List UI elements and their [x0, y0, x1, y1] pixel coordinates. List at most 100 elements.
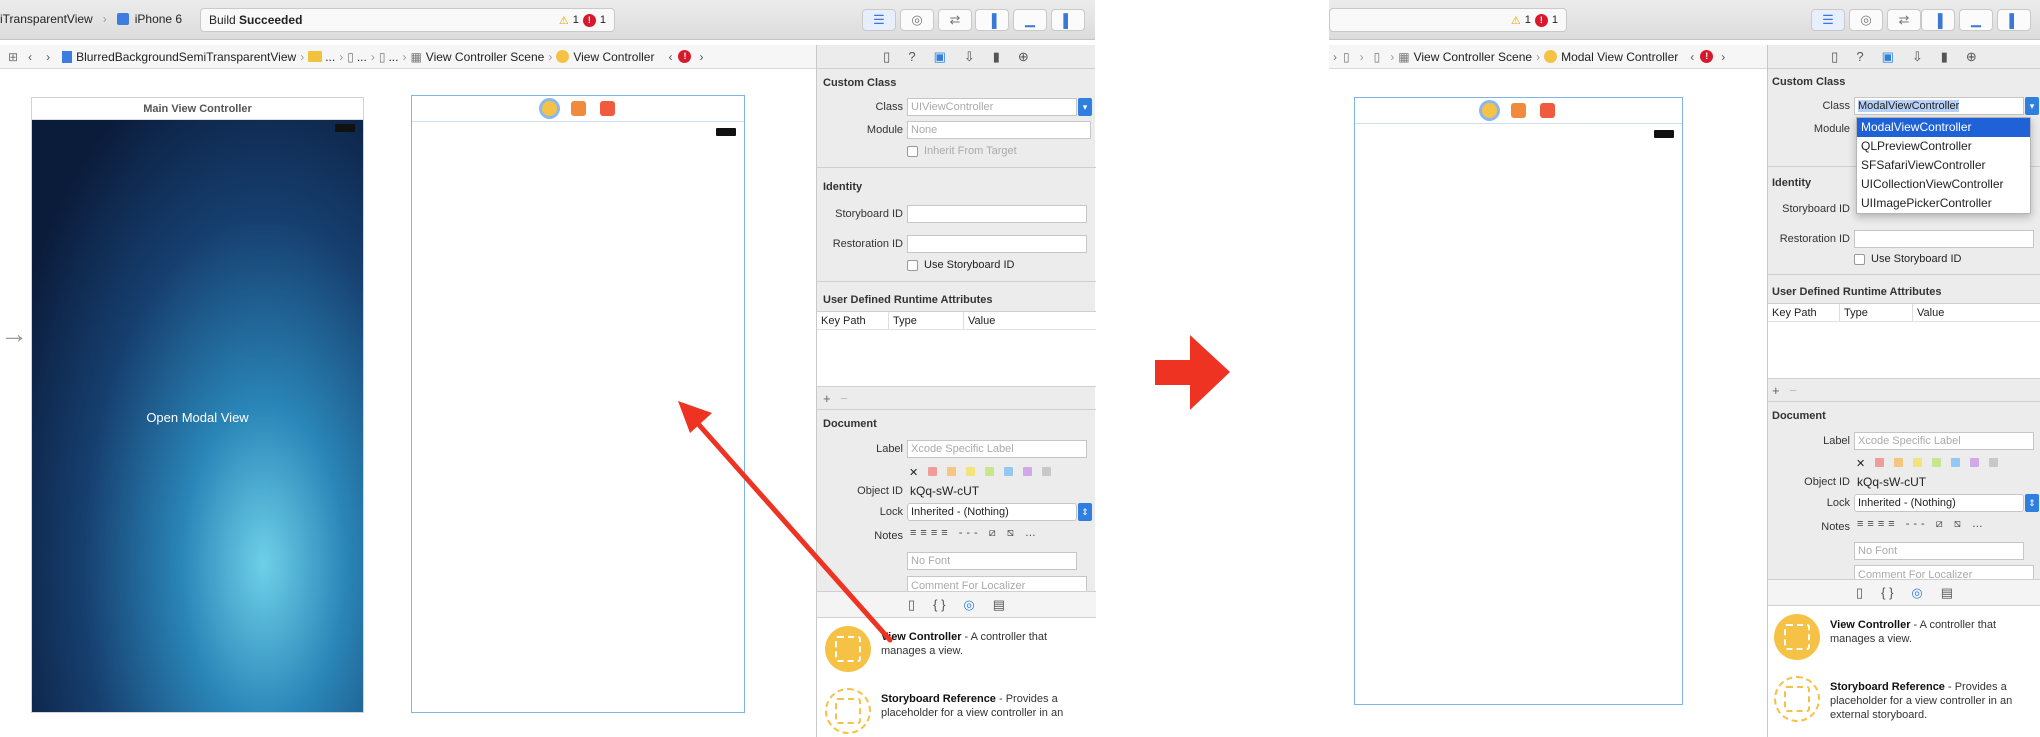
debug-area-toggle-button[interactable]: ▁ — [1013, 9, 1047, 31]
jump-bar-item-file[interactable]: ... — [357, 50, 367, 64]
device-name[interactable]: iPhone 6 — [135, 12, 182, 26]
dropdown-option[interactable]: SFSafariViewController — [1857, 156, 2030, 175]
runtime-attributes-table[interactable]: Key Path Type Value — [817, 311, 1096, 387]
dropdown-option[interactable]: UIImagePickerController — [1857, 194, 2030, 213]
jump-bar-item-overflow[interactable]: › — [1333, 50, 1337, 64]
error-icon[interactable]: ! — [1534, 13, 1548, 27]
font-field[interactable]: No Font — [907, 552, 1077, 570]
jump-bar-item-file-2[interactable]: ... — [388, 50, 398, 64]
back-icon[interactable]: ‹ — [28, 50, 32, 64]
jump-bar-item-folder[interactable]: ... — [325, 50, 335, 64]
grid-icon[interactable]: ⊞ — [8, 50, 18, 64]
code-snippet-icon[interactable]: { } — [933, 597, 945, 612]
quick-help-icon[interactable]: ? — [1856, 49, 1863, 64]
column-header[interactable]: Value — [1913, 304, 1944, 321]
attributes-inspector-icon[interactable]: ⇩ — [1912, 49, 1923, 65]
right-canvas[interactable] — [1329, 70, 1767, 737]
view-controller-library-icon[interactable] — [1774, 614, 1820, 660]
column-header[interactable]: Value — [964, 312, 995, 329]
file-inspector-icon[interactable]: ▯ — [883, 49, 890, 65]
version-editor-button[interactable]: ⇄ — [1887, 9, 1921, 31]
quick-help-icon[interactable]: ? — [908, 49, 915, 64]
utilities-toggle-button[interactable]: ▌ — [1051, 9, 1085, 31]
object-library-icon[interactable]: ◎ — [963, 597, 974, 613]
library-item-storyboard-reference[interactable]: Storyboard Reference - Provides a placeh… — [1830, 680, 2030, 722]
attributes-inspector-icon[interactable]: ⇩ — [964, 49, 975, 65]
jump-bar-item-scene[interactable]: View Controller Scene — [426, 50, 545, 64]
size-inspector-icon[interactable]: ▮ — [1941, 49, 1948, 65]
next-issue-icon[interactable]: › — [699, 50, 703, 64]
use-storyboard-id-checkbox[interactable] — [907, 259, 918, 271]
view-controller-icon[interactable] — [541, 101, 557, 116]
clear-color-icon[interactable]: ✕ — [909, 466, 918, 479]
column-header[interactable]: Type — [1840, 304, 1913, 321]
assistant-editor-button[interactable]: ◎ — [900, 9, 934, 31]
error-icon[interactable]: ! — [678, 50, 692, 63]
next-issue-icon[interactable]: › — [1721, 50, 1725, 64]
notes-format-bar[interactable]: ≡≡≡≡ --- ⧄ ⧅ … — [1857, 518, 1987, 531]
object-library-icon[interactable]: ◎ — [1911, 585, 1922, 601]
forward-icon[interactable]: › — [46, 50, 50, 64]
open-modal-button[interactable]: Open Modal View — [32, 410, 363, 425]
dropdown-option[interactable]: QLPreviewController — [1857, 137, 2030, 156]
storyboard-reference-library-icon[interactable] — [1774, 676, 1820, 722]
media-library-icon[interactable]: ▤ — [1941, 585, 1953, 601]
error-icon[interactable]: ! — [582, 13, 596, 27]
navigator-toggle-button[interactable]: ▐ — [1921, 9, 1955, 31]
size-inspector-icon[interactable]: ▮ — [993, 49, 1000, 65]
lock-popup[interactable]: Inherited - (Nothing) — [907, 503, 1077, 521]
utilities-toggle-button[interactable]: ▌ — [1997, 9, 2031, 31]
dropdown-option[interactable]: ModalViewController — [1857, 118, 2030, 137]
exit-icon[interactable] — [1540, 103, 1555, 118]
code-snippet-icon[interactable]: { } — [1881, 585, 1893, 600]
modal-view-controller-scene[interactable] — [1354, 97, 1683, 705]
file-template-icon[interactable]: ▯ — [1856, 585, 1863, 601]
scheme-name[interactable]: iTransparentView — [0, 12, 93, 26]
lock-popup-arrow-icon[interactable]: ⇕ — [1078, 503, 1092, 521]
restoration-id-field[interactable] — [907, 235, 1087, 253]
version-editor-button[interactable]: ⇄ — [938, 9, 972, 31]
error-icon[interactable]: ! — [1700, 50, 1714, 63]
previous-issue-icon[interactable]: ‹ — [668, 50, 672, 64]
standard-editor-button[interactable]: ☰ — [1811, 9, 1845, 31]
media-library-icon[interactable]: ▤ — [993, 597, 1005, 613]
lock-popup[interactable]: Inherited - (Nothing) — [1854, 494, 2024, 512]
column-header[interactable]: Key Path — [1768, 304, 1840, 321]
font-field[interactable]: No Font — [1854, 542, 2024, 560]
add-attribute-icon[interactable]: + — [1772, 383, 1780, 398]
class-dropdown-menu[interactable]: ModalViewController QLPreviewController … — [1856, 117, 2031, 214]
restoration-id-field[interactable] — [1854, 230, 2034, 248]
remove-attribute-icon[interactable]: − — [1789, 383, 1797, 398]
class-dropdown-button[interactable]: ▾ — [2025, 97, 2039, 115]
identity-inspector-icon[interactable]: ▣ — [934, 49, 946, 65]
main-view-controller-scene[interactable]: Main View Controller Open Modal View — [31, 97, 364, 713]
dropdown-option[interactable]: UICollectionViewController — [1857, 175, 2030, 194]
view-controller-icon[interactable] — [1482, 103, 1497, 118]
storyboard-reference-library-icon[interactable] — [825, 688, 871, 734]
clear-color-icon[interactable]: ✕ — [1856, 457, 1865, 470]
runtime-attributes-table[interactable]: Key Path Type Value — [1768, 303, 2040, 379]
label-color-swatches[interactable]: ✕ — [909, 465, 1061, 479]
class-field[interactable]: UIViewController — [907, 98, 1077, 116]
warning-icon[interactable]: ⚠ — [1511, 14, 1521, 27]
module-field[interactable]: None — [907, 121, 1091, 139]
debug-area-toggle-button[interactable]: ▁ — [1959, 9, 1993, 31]
use-storyboard-id-checkbox[interactable] — [1854, 253, 1865, 265]
class-field[interactable]: ModalViewController — [1854, 97, 2024, 115]
first-responder-icon[interactable] — [1511, 103, 1526, 118]
label-color-swatches[interactable]: ✕ — [1856, 456, 2008, 470]
previous-issue-icon[interactable]: ‹ — [1690, 50, 1694, 64]
file-inspector-icon[interactable]: ▯ — [1831, 49, 1838, 65]
doc-label-field[interactable]: Xcode Specific Label — [907, 440, 1087, 458]
library-item-view-controller[interactable]: View Controller - A controller that mana… — [1830, 618, 2030, 646]
connections-inspector-icon[interactable]: ⊕ — [1966, 49, 1977, 65]
identity-inspector-icon[interactable]: ▣ — [1882, 49, 1894, 65]
doc-label-field[interactable]: Xcode Specific Label — [1854, 432, 2034, 450]
connections-inspector-icon[interactable]: ⊕ — [1018, 49, 1029, 65]
first-responder-icon[interactable] — [570, 101, 586, 116]
lock-popup-arrow-icon[interactable]: ⇕ — [2025, 494, 2039, 512]
jump-bar-item-view-controller[interactable]: Modal View Controller — [1561, 50, 1678, 64]
warning-icon[interactable]: ⚠ — [559, 14, 569, 27]
jump-bar-item-view-controller[interactable]: View Controller — [573, 50, 654, 64]
storyboard-id-field[interactable] — [907, 205, 1087, 223]
